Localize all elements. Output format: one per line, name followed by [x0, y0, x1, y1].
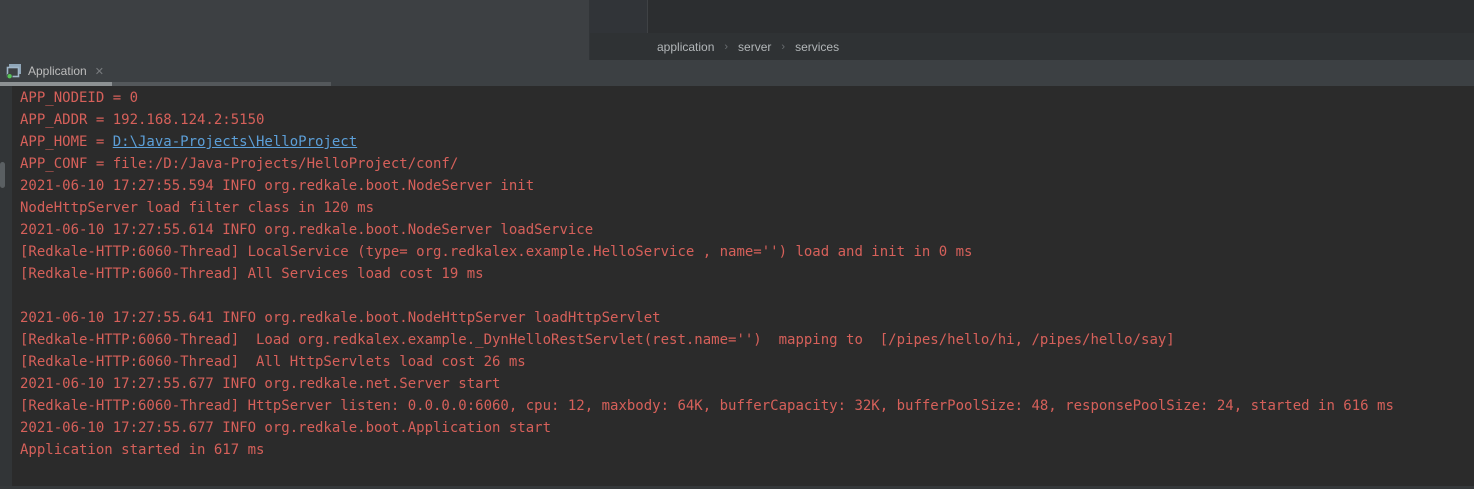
- console-line: [Redkale-HTTP:6060-Thread] All HttpServl…: [20, 351, 1394, 373]
- tab-application[interactable]: Application ✕: [2, 60, 108, 82]
- tab-application-label: Application: [28, 64, 87, 78]
- console-line: [Redkale-HTTP:6060-Thread] HttpServer li…: [20, 395, 1394, 417]
- editor-gutter: [590, 0, 648, 33]
- running-indicator-dot: [7, 74, 11, 78]
- console-line: 2021-06-10 17:27:55.677 INFO org.redkale…: [20, 373, 1394, 395]
- chevron-right-icon: ›: [781, 41, 785, 53]
- console-line: [20, 285, 1394, 307]
- breadcrumb: application › server › services: [590, 33, 1474, 60]
- console-line: APP_HOME = D:\Java-Projects\HelloProject: [20, 131, 1394, 153]
- console-line: 2021-06-10 17:27:55.677 INFO org.redkale…: [20, 417, 1394, 439]
- console-line-prefix: APP_HOME =: [20, 134, 113, 150]
- console-line: [Redkale-HTTP:6060-Thread] All Services …: [20, 263, 1394, 285]
- console-line: [Redkale-HTTP:6060-Thread] LocalService …: [20, 241, 1394, 263]
- scrollbar-thumb[interactable]: [0, 162, 5, 188]
- console-line: APP_NODEID = 0: [20, 87, 1394, 109]
- breadcrumb-item-server[interactable]: server: [738, 40, 771, 54]
- editor-background: [648, 0, 1474, 33]
- close-icon[interactable]: ✕: [95, 65, 104, 78]
- console-line: APP_ADDR = 192.168.124.2:5150: [20, 109, 1394, 131]
- console-line: NodeHttpServer load filter class in 120 …: [20, 197, 1394, 219]
- console-line: 2021-06-10 17:27:55.641 INFO org.redkale…: [20, 307, 1394, 329]
- console-line: 2021-06-10 17:27:55.594 INFO org.redkale…: [20, 175, 1394, 197]
- console-line: APP_CONF = file:/D:/Java-Projects/HelloP…: [20, 153, 1394, 175]
- console-line: Application started in 617 ms: [20, 439, 1394, 461]
- chevron-right-icon: ›: [724, 41, 728, 53]
- console-log-lines: APP_NODEID = 0APP_ADDR = 192.168.124.2:5…: [20, 87, 1394, 461]
- breadcrumb-item-application[interactable]: application: [657, 40, 714, 54]
- run-console-icon: [6, 63, 22, 79]
- console-gutter: [0, 86, 12, 489]
- project-tool-window-edge: [0, 0, 590, 60]
- app-home-link[interactable]: D:\Java-Projects\HelloProject: [113, 134, 357, 150]
- breadcrumb-item-services[interactable]: services: [795, 40, 839, 54]
- console-line: 2021-06-10 17:27:55.614 INFO org.redkale…: [20, 219, 1394, 241]
- console-line: [Redkale-HTTP:6060-Thread] Load org.redk…: [20, 329, 1394, 351]
